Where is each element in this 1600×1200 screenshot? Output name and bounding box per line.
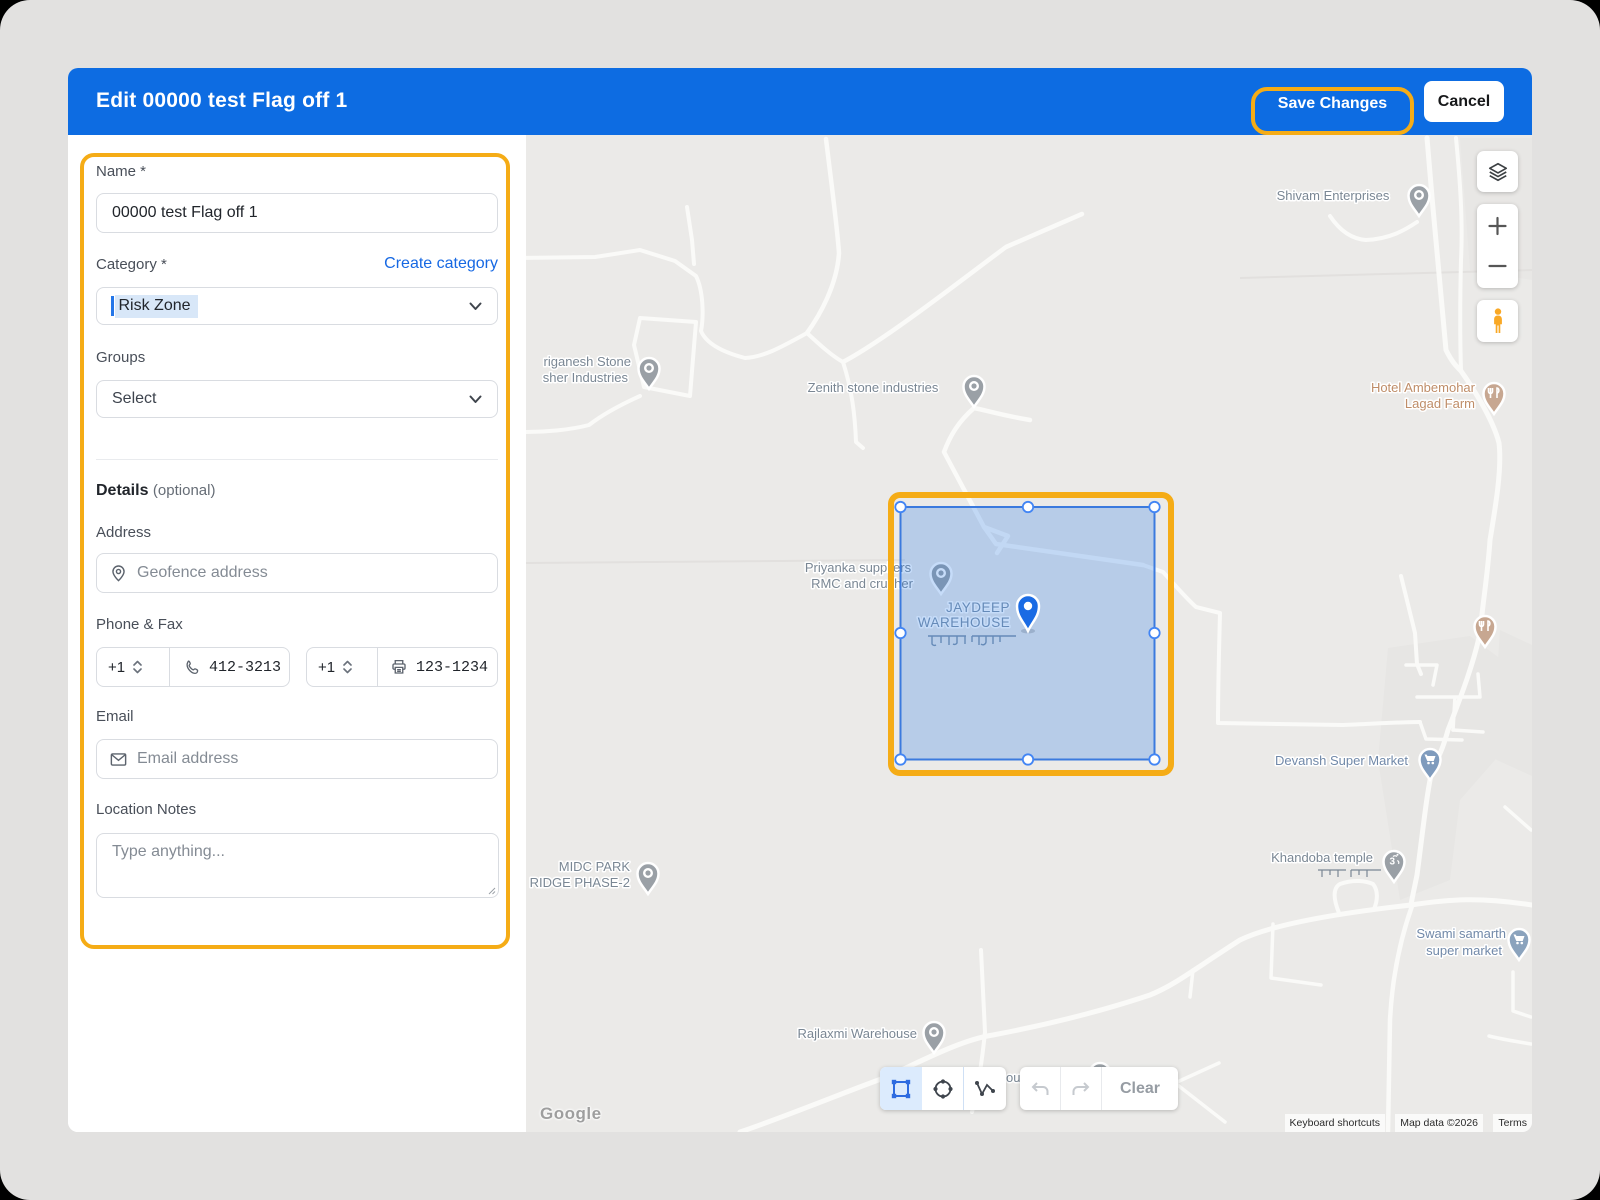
svg-text:Khandoba temple: Khandoba temple — [1271, 850, 1373, 865]
svg-text:Zenith stone industries: Zenith stone industries — [808, 380, 939, 395]
svg-text:Devansh Super Market: Devansh Super Market — [1275, 753, 1408, 768]
svg-text:Hotel Ambemohar: Hotel Ambemohar — [1371, 380, 1476, 395]
svg-text:riganesh Stone: riganesh Stone — [544, 354, 631, 369]
svg-text:Shivam Enterprises: Shivam Enterprises — [1277, 188, 1390, 203]
svg-text:MIDC PARK: MIDC PARK — [559, 859, 631, 874]
svg-text:Rajlaxmi Warehouse: Rajlaxmi Warehouse — [798, 1026, 917, 1041]
svg-text:Swami samarth: Swami samarth — [1416, 926, 1506, 941]
svg-text:ou: ou — [1006, 1070, 1020, 1085]
svg-text:Lagad Farm: Lagad Farm — [1405, 396, 1475, 411]
svg-text:super market: super market — [1426, 943, 1502, 958]
svg-text:3: 3 — [1390, 857, 1396, 868]
svg-text:sher Industries: sher Industries — [543, 370, 629, 385]
svg-text:RIDGE PHASE-2: RIDGE PHASE-2 — [530, 875, 630, 890]
